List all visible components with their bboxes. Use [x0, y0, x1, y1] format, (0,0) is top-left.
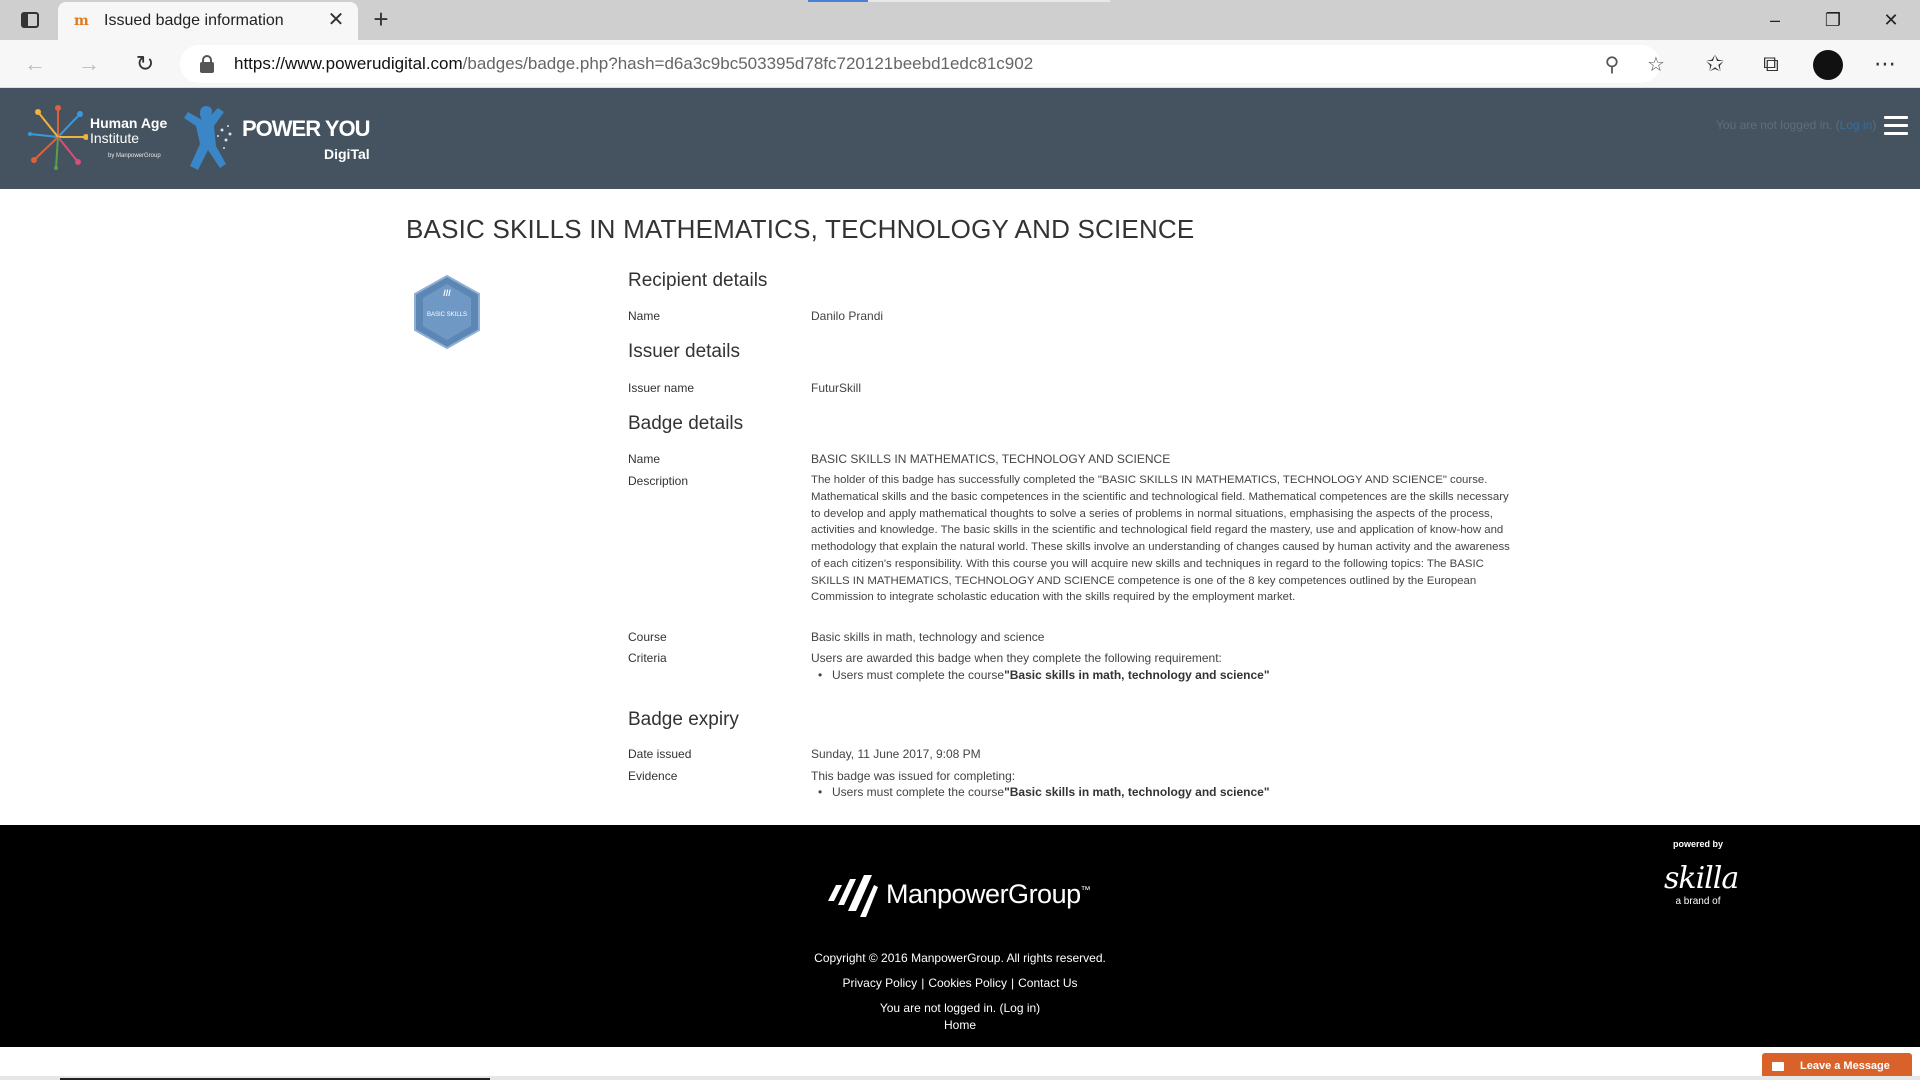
badge-criteria-label: Criteria	[628, 651, 667, 665]
close-window-button[interactable]: ✕	[1868, 4, 1914, 36]
manpowergroup-logo[interactable]: ManpowerGroup™	[822, 869, 1102, 919]
header-login-link[interactable]: Log in	[1840, 118, 1873, 132]
human-age-institute-text: Human Age Institute	[90, 115, 168, 146]
lock-icon[interactable]	[200, 55, 214, 73]
badge-name-label: Name	[628, 452, 661, 466]
badge-description-value: The holder of this badge has successfull…	[811, 474, 1510, 604]
issuer-heading: Issuer details	[628, 341, 740, 362]
footer-login-link[interactable]: Log in	[1003, 1001, 1036, 1015]
tab-title: Issued badge information	[104, 12, 284, 29]
evidence-list: Users must complete the course"Basic ski…	[811, 785, 1270, 799]
badge-description-label: Description	[628, 474, 689, 488]
page-title: BASIC SKILLS IN MATHEMATICS, TECHNOLOGY …	[406, 214, 1195, 244]
evidence-intro: This badge was issued for completing:	[811, 769, 1016, 783]
profile-avatar[interactable]	[1813, 50, 1843, 80]
date-issued-value: Sunday, 11 June 2017, 9:08 PM	[811, 747, 981, 761]
svg-text:///: ///	[443, 288, 451, 298]
footer-login-info: You are not logged in. (Log in)	[879, 1001, 1041, 1015]
contact-us-link[interactable]: Contact Us	[1018, 976, 1077, 990]
forward-button[interactable]: →	[72, 48, 106, 80]
horizontal-scrollbar[interactable]	[0, 1076, 1920, 1080]
human-age-institute-byline: by ManpowerGroup	[108, 153, 161, 159]
hamburger-menu-icon[interactable]	[1884, 116, 1908, 136]
envelope-icon	[1772, 1062, 1784, 1071]
url-text[interactable]: https://www.powerudigital.com/badges/bad…	[234, 54, 1033, 74]
evidence-list-item: Users must complete the course"Basic ski…	[811, 785, 1270, 799]
starburst-icon	[28, 105, 88, 170]
recipient-heading: Recipient details	[628, 270, 768, 291]
site-header: Human Age Institute by ManpowerGroup POW…	[0, 88, 1920, 189]
issuer-name-value: FuturSkill	[811, 381, 862, 395]
date-issued-label: Date issued	[628, 747, 692, 761]
browser-tab[interactable]: m Issued badge information ✕	[58, 2, 358, 40]
evidence-course-link[interactable]: "Basic skills in math, technology and sc…	[1004, 785, 1269, 799]
manpowergroup-mark-icon	[828, 875, 878, 917]
tab-actions-icon	[21, 12, 39, 28]
powered-by-label: powered by	[1672, 839, 1723, 849]
badge-course-label: Course	[628, 630, 667, 644]
badge-image-label: BASIC SKILLS	[426, 312, 468, 318]
footer-home-link[interactable]: Home	[0, 1018, 1920, 1032]
minimize-button[interactable]: –	[1752, 4, 1798, 36]
zoom-icon[interactable]: ⚲	[1598, 51, 1626, 79]
more-menu-icon[interactable]: ⋯	[1868, 48, 1902, 80]
loading-indicator	[808, 0, 1110, 2]
reload-button[interactable]: ↻	[128, 48, 162, 80]
tab-actions-button[interactable]	[14, 8, 46, 32]
site-footer: powered by skilla a brand of ManpowerGro…	[0, 825, 1920, 1047]
site-favicon-icon: m	[74, 13, 89, 29]
human-age-institute-logo[interactable]: Human Age Institute by ManpowerGroup	[28, 104, 168, 170]
badge-criteria-intro: Users are awarded this badge when they c…	[811, 651, 1222, 665]
copyright-text: Copyright © 2016 ManpowerGroup. All righ…	[814, 951, 1106, 965]
back-button[interactable]: ←	[18, 48, 52, 80]
tab-close-icon[interactable]: ✕	[324, 8, 348, 32]
cookies-policy-link[interactable]: Cookies Policy	[928, 976, 1007, 990]
issuer-name-label: Issuer name	[628, 381, 695, 395]
badge-details-heading: Badge details	[628, 413, 744, 434]
browser-tab-bar: m Issued badge information ✕ + – ❐ ✕	[0, 0, 1920, 40]
manpowergroup-text: ManpowerGroup™	[886, 879, 1091, 909]
add-favorite-icon[interactable]: ☆	[1642, 51, 1670, 79]
criteria-list-item: Users must complete the course"Basic ski…	[811, 668, 1270, 682]
power-you-text: POWER YOU	[242, 116, 371, 141]
url-field[interactable]: https://www.powerudigital.com/badges/bad…	[180, 45, 1665, 83]
address-bar-row: ← → ↻ https://www.powerudigital.com/badg…	[0, 40, 1920, 88]
new-tab-button[interactable]: +	[366, 6, 396, 34]
digital-text: DigiTal	[324, 146, 370, 162]
favorites-icon[interactable]: ✩	[1698, 48, 1732, 80]
power-you-digital-logo[interactable]: POWER YOU DigiTal	[178, 100, 378, 176]
skilla-byline: a brand of	[1675, 896, 1721, 907]
jumping-figure-icon	[184, 106, 232, 170]
badge-course-value: Basic skills in math, technology and sci…	[811, 630, 1045, 644]
badge-name-value: BASIC SKILLS IN MATHEMATICS, TECHNOLOGY …	[811, 452, 1171, 466]
restore-button[interactable]: ❐	[1810, 4, 1856, 36]
collections-icon[interactable]: ⧉	[1754, 48, 1788, 80]
criteria-course-link[interactable]: "Basic skills in math, technology and sc…	[1004, 668, 1269, 682]
criteria-list: Users must complete the course"Basic ski…	[811, 668, 1270, 682]
skilla-logo[interactable]: skilla	[1664, 861, 1739, 896]
privacy-policy-link[interactable]: Privacy Policy	[843, 976, 918, 990]
footer-links: Privacy Policy | Cookies Policy | Contact Us	[842, 976, 1078, 990]
header-login-info: You are not logged in. (Log in)	[1716, 118, 1877, 132]
recipient-name-label: Name	[628, 309, 661, 323]
evidence-label: Evidence	[628, 769, 678, 783]
badge-expiry-heading: Badge expiry	[628, 709, 739, 730]
badge-image: /// BASIC SKILLS	[412, 274, 482, 350]
recipient-name-value: Danilo Prandi	[811, 309, 884, 323]
